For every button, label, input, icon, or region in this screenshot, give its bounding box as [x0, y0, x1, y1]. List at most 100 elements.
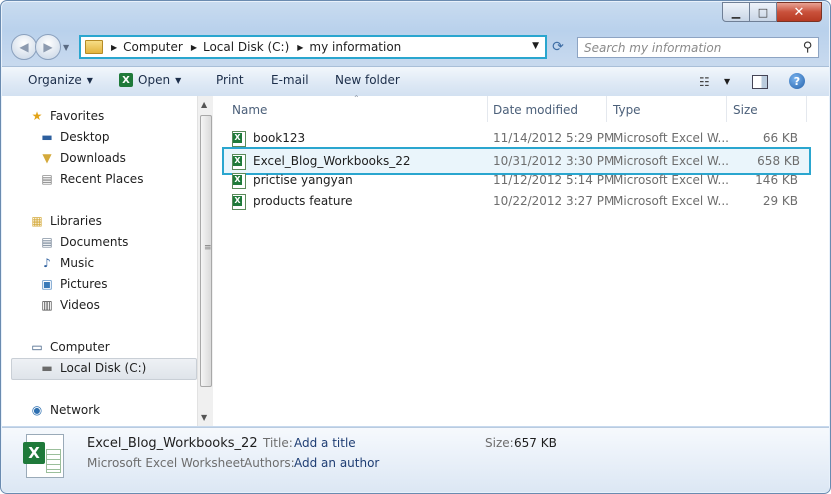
- nav-recent-places[interactable]: ▤ Recent Places: [39, 172, 143, 186]
- file-type: Microsoft Excel W...: [613, 154, 729, 168]
- back-arrow-icon: ◀: [19, 40, 29, 54]
- excel-file-icon: [232, 154, 246, 170]
- file-size: 66 KB: [762, 131, 798, 145]
- breadcrumb-chevron-icon[interactable]: ▶: [191, 43, 197, 52]
- column-divider[interactable]: [726, 96, 727, 122]
- nav-desktop[interactable]: ▬ Desktop: [39, 130, 109, 144]
- nav-label: Computer: [50, 340, 110, 354]
- scroll-up-icon[interactable]: ▲: [201, 100, 207, 109]
- nav-label: Videos: [60, 298, 100, 312]
- nav-label: Network: [50, 403, 101, 417]
- breadcrumb-computer[interactable]: ▶ Computer: [111, 40, 183, 54]
- preview-pane-icon[interactable]: [752, 75, 768, 89]
- close-button[interactable]: ✕: [777, 2, 822, 22]
- column-divider[interactable]: [487, 96, 488, 122]
- hard-disk-icon: ▬: [41, 361, 53, 375]
- nav-label: Local Disk (C:): [60, 361, 147, 375]
- organize-label: Organize: [28, 73, 82, 87]
- nav-label: Favorites: [50, 109, 105, 123]
- open-button[interactable]: X Open ▼: [119, 73, 181, 87]
- file-size: 29 KB: [762, 194, 798, 208]
- details-authors-label: Authors:: [244, 456, 295, 470]
- nav-local-disk[interactable]: ▬ Local Disk (C:): [39, 361, 146, 375]
- column-divider[interactable]: [806, 96, 807, 122]
- address-bar[interactable]: ▶ Computer ▶ Local Disk (C:) ▶ my informati…: [80, 36, 546, 58]
- refresh-button[interactable]: ⟳: [547, 37, 569, 57]
- breadcrumb-local-disk[interactable]: ▶ Local Disk (C:): [191, 40, 289, 54]
- file-row[interactable]: prictise yangyan 11/12/2012 5:14 PM Micr…: [223, 170, 808, 190]
- nav-downloads[interactable]: ▼ Downloads: [39, 151, 126, 165]
- file-list: ⌃ Name Date modified Type Size book123 1…: [213, 94, 829, 426]
- email-label: E-mail: [271, 73, 309, 87]
- scrollbar-thumb[interactable]: ≡: [200, 115, 212, 387]
- nav-scrollbar[interactable]: ▲ ≡ ▼: [197, 96, 213, 426]
- breadcrumb-label: Local Disk (C:): [202, 40, 290, 54]
- help-icon[interactable]: ?: [789, 73, 805, 89]
- nav-music[interactable]: ♪ Music: [39, 256, 94, 270]
- nav-libraries[interactable]: ▦ Libraries: [29, 214, 102, 228]
- search-input[interactable]: Search my information ⚲: [577, 37, 819, 58]
- computer-icon: ▭: [31, 340, 43, 354]
- chevron-down-icon[interactable]: ▼: [724, 77, 730, 86]
- new-folder-button[interactable]: New folder: [335, 73, 400, 87]
- minimize-button[interactable]: ▁: [722, 2, 750, 22]
- file-date: 11/12/2012 5:14 PM: [493, 173, 615, 187]
- excel-file-icon: [232, 131, 246, 147]
- breadcrumb-my-information[interactable]: ▶ my information: [297, 40, 401, 54]
- maximize-button[interactable]: □: [750, 2, 777, 22]
- details-size-value: 657 KB: [514, 436, 557, 450]
- sort-ascending-icon: ⌃: [353, 94, 360, 103]
- file-name: Excel_Blog_Workbooks_22: [253, 154, 411, 168]
- nav-favorites[interactable]: ★ Favorites: [29, 109, 105, 123]
- nav-documents[interactable]: ▤ Documents: [39, 235, 128, 249]
- organize-button[interactable]: Organize ▼: [28, 73, 93, 87]
- forward-button[interactable]: ▶: [35, 34, 61, 60]
- file-row[interactable]: products feature 10/22/2012 3:27 PM Micr…: [223, 191, 808, 211]
- nav-network[interactable]: ◉ Network: [29, 403, 100, 417]
- change-view-icon[interactable]: ☷: [699, 75, 710, 89]
- back-button[interactable]: ◀: [11, 34, 37, 60]
- details-title-field[interactable]: Add a title: [294, 436, 356, 450]
- search-icon[interactable]: ⚲: [803, 40, 813, 55]
- column-header-size[interactable]: Size: [733, 103, 758, 117]
- pictures-icon: ▣: [41, 277, 53, 291]
- scroll-down-icon[interactable]: ▼: [201, 413, 207, 422]
- breadcrumb-chevron-icon[interactable]: ▶: [297, 43, 303, 52]
- column-divider[interactable]: [606, 96, 607, 122]
- film-strip-icon: ▥: [41, 298, 53, 312]
- chevron-down-icon: ▼: [175, 75, 182, 85]
- details-size-label: Size:: [485, 436, 514, 450]
- excel-file-icon: [232, 173, 246, 189]
- refresh-icon: ⟳: [552, 39, 564, 55]
- maximize-icon: □: [757, 5, 769, 19]
- nav-videos[interactable]: ▥ Videos: [39, 298, 100, 312]
- file-name: prictise yangyan: [253, 173, 353, 187]
- details-filetype: Microsoft Excel Worksheet: [87, 456, 245, 470]
- nav-computer[interactable]: ▭ Computer: [29, 340, 110, 354]
- desktop-icon: ▬: [41, 130, 53, 144]
- nav-pictures[interactable]: ▣ Pictures: [39, 277, 107, 291]
- forward-arrow-icon: ▶: [43, 40, 53, 54]
- new-folder-label: New folder: [335, 73, 400, 87]
- excel-file-large-icon: X: [23, 434, 64, 478]
- address-dropdown-icon[interactable]: ▼: [532, 41, 539, 51]
- print-label: Print: [216, 73, 244, 87]
- details-filename: Excel_Blog_Workbooks_22: [87, 436, 258, 451]
- recent-pages-dropdown-icon[interactable]: ▼: [63, 43, 69, 52]
- details-authors-field[interactable]: Add an author: [294, 456, 379, 470]
- file-row[interactable]: book123 11/14/2012 5:29 PM Microsoft Exc…: [223, 128, 808, 148]
- music-note-icon: ♪: [43, 256, 51, 270]
- grip-icon: ≡: [204, 243, 212, 253]
- command-bar: Organize ▼ X Open ▼ Print E-mail New folder…: [2, 66, 829, 97]
- email-button[interactable]: E-mail: [271, 73, 309, 87]
- minimize-icon: ▁: [731, 5, 741, 19]
- star-icon: ★: [31, 109, 43, 123]
- print-button[interactable]: Print: [216, 73, 244, 87]
- column-header-date[interactable]: Date modified: [493, 103, 578, 117]
- breadcrumb-label: Computer: [123, 40, 183, 54]
- details-title-label: Title:: [263, 436, 293, 450]
- breadcrumb-chevron-icon[interactable]: ▶: [111, 43, 117, 52]
- column-header-type[interactable]: Type: [613, 103, 641, 117]
- column-header-name[interactable]: Name: [232, 103, 267, 117]
- libraries-icon: ▦: [31, 214, 43, 228]
